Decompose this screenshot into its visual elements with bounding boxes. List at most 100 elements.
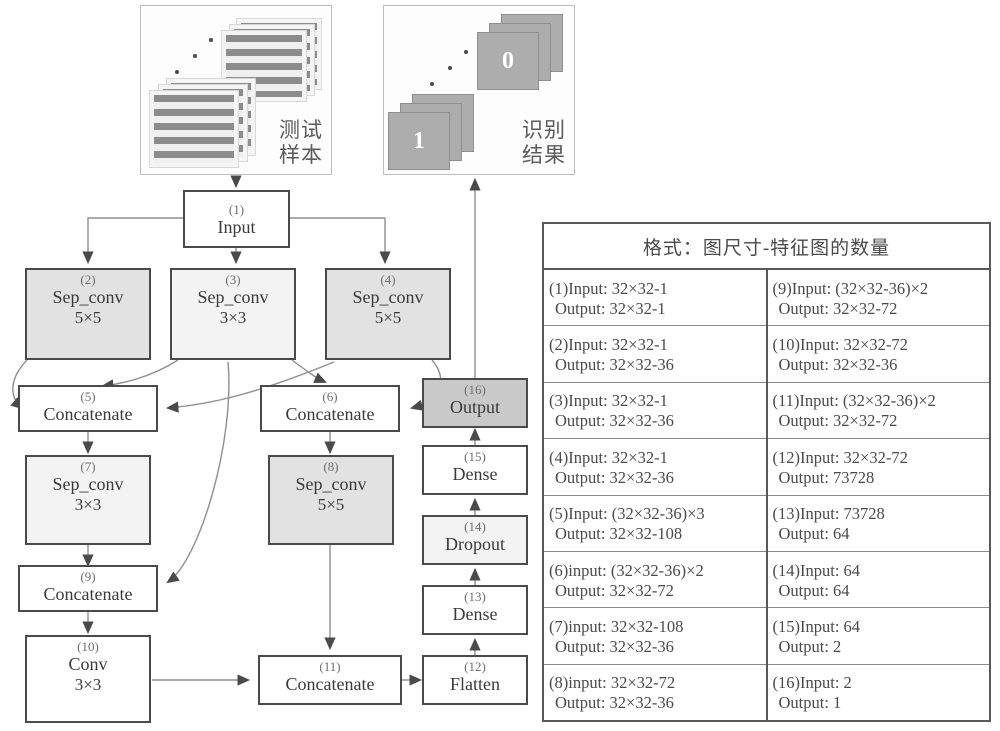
node-index: (15) (464, 449, 486, 464)
node-index: (6) (322, 389, 338, 404)
node-sep-conv-3[interactable]: (3) Sep_conv 3×3 (170, 268, 296, 360)
cell-input: (10)Input: 32×32-72 (772, 335, 908, 355)
node-sep-conv-7[interactable]: (7) Sep_conv 3×3 (25, 455, 151, 545)
node-label: Sep_conv (352, 287, 424, 307)
cell-input: (16)Input: 2 (772, 673, 852, 693)
cell-output: Output: 32×32-36 (555, 693, 674, 713)
table-column-left: (1)Input: 32×32-1 Output: 32×32-1 (2)Inp… (544, 270, 768, 720)
table-row: (8)input: 32×32-72 Output: 32×32-36 (544, 665, 766, 720)
node-sublabel: 5×5 (374, 308, 402, 327)
node-label: Concatenate (285, 674, 375, 694)
table-header: 格式：图尺寸-特征图的数量 (544, 224, 989, 270)
node-index: (5) (80, 389, 96, 404)
table-row: (14)Input: 64 Output: 64 (767, 552, 989, 609)
node-input[interactable]: (1) Input (183, 190, 290, 248)
node-label: Input (217, 216, 256, 237)
node-sep-conv-4[interactable]: (4) Sep_conv 5×5 (325, 268, 451, 360)
node-index: (7) (80, 459, 96, 474)
node-concatenate-6[interactable]: (6) Concatenate (260, 385, 400, 432)
table-row: (3)Input: 32×32-1 Output: 32×32-36 (544, 383, 766, 440)
node-index: (8) (323, 459, 339, 474)
table-row: (12)Input: 32×32-72 Output: 73728 (767, 439, 989, 496)
cell-input: (12)Input: 32×32-72 (772, 447, 908, 467)
node-index: (9) (80, 569, 96, 584)
node-concatenate-9[interactable]: (9) Concatenate (18, 565, 158, 612)
cell-output: Output: 32×32-36 (555, 636, 674, 656)
recognition-results-panel: 1 0 0 0 0 1 识别 结果 (383, 5, 575, 175)
node-sublabel: 5×5 (317, 495, 345, 514)
node-index: (2) (80, 272, 96, 287)
diagram-canvas: 测试 样本 1 0 0 0 0 1 识别 结果 (0, 0, 1000, 731)
cell-output: Output: 2 (778, 636, 842, 656)
cell-input: (4)Input: 32×32-1 (549, 447, 668, 467)
node-label: Sep_conv (52, 287, 124, 307)
node-index: (1) (228, 201, 245, 217)
result-card: 1 (388, 112, 450, 170)
cell-output: Output: 64 (778, 580, 850, 600)
cell-output: Output: 32×32-36 (555, 467, 674, 487)
cell-input: (2)Input: 32×32-1 (549, 335, 668, 355)
cell-input: (8)input: 32×32-72 (549, 673, 676, 693)
table-row: (11)Input: (32×32-36)×2 Output: 32×32-72 (767, 383, 989, 440)
node-label: Sep_conv (197, 287, 269, 307)
node-index: (16) (464, 382, 486, 397)
cell-output: Output: 32×32-72 (778, 411, 898, 431)
node-label: Sep_conv (295, 474, 367, 494)
table-row: (5)Input: (32×32-36)×3 Output: 32×32-108 (544, 496, 766, 552)
test-samples-panel: 测试 样本 (140, 5, 332, 175)
node-sep-conv-8[interactable]: (8) Sep_conv 5×5 (268, 455, 394, 545)
cell-output: Output: 64 (778, 524, 850, 544)
node-label: Sep_conv (52, 474, 124, 494)
table-row: (7)input: 32×32-108 Output: 32×32-36 (544, 608, 766, 665)
table-row: (13)Input: 73728 Output: 64 (767, 496, 989, 552)
cell-output: Output: 32×32-36 (555, 355, 674, 375)
cell-input: (11)Input: (32×32-36)×2 (772, 391, 936, 411)
test-samples-label: 测试 样本 (279, 118, 323, 167)
cell-output: Output: 1 (778, 693, 842, 713)
cell-input: (14)Input: 64 (772, 560, 861, 580)
table-row: (9)Input: (32×32-36)×2 Output: 32×32-72 (767, 270, 989, 327)
node-flatten-12[interactable]: (12) Flatten (422, 655, 528, 705)
node-sublabel: 3×3 (219, 308, 247, 327)
table-row: (6)input: (32×32-36)×2 Output: 32×32-72 (544, 552, 766, 609)
node-index: (11) (319, 659, 341, 674)
node-dense-13[interactable]: (13) Dense (422, 585, 528, 635)
cell-output: Output: 32×32-1 (555, 298, 666, 318)
node-label: Output (449, 397, 500, 417)
node-dense-15[interactable]: (15) Dense (422, 445, 528, 495)
node-conv-10[interactable]: (10) Conv 3×3 (25, 635, 151, 723)
node-sep-conv-2[interactable]: (2) Sep_conv 5×5 (25, 268, 151, 360)
node-output-16[interactable]: (16) Output (422, 378, 528, 428)
cell-input: (6)input: (32×32-36)×2 (549, 560, 704, 580)
node-sublabel: 5×5 (74, 308, 102, 327)
table-column-right: (9)Input: (32×32-36)×2 Output: 32×32-72 … (767, 270, 990, 720)
cell-input: (3)Input: 32×32-1 (549, 391, 668, 411)
cell-input: (15)Input: 64 (772, 616, 861, 636)
node-index: (10) (77, 639, 99, 654)
node-label: Concatenate (43, 404, 133, 424)
table-row: (2)Input: 32×32-1 Output: 32×32-36 (544, 326, 766, 383)
node-sublabel: 3×3 (74, 675, 102, 694)
cell-input: (5)Input: (32×32-36)×3 (549, 504, 705, 524)
ellipsis-dots (420, 46, 480, 96)
table-row: (10)Input: 32×32-72 Output: 32×32-36 (767, 326, 989, 383)
table-row: (16)Input: 2 Output: 1 (768, 665, 990, 720)
node-label: Concatenate (43, 584, 133, 604)
cell-output: Output: 32×32-72 (555, 580, 674, 600)
table-row: (1)Input: 32×32-1 Output: 32×32-1 (544, 270, 766, 327)
cell-output: Output: 32×32-108 (555, 524, 683, 544)
node-label: Dense (452, 464, 498, 484)
node-sublabel: 3×3 (74, 495, 102, 514)
node-concatenate-5[interactable]: (5) Concatenate (18, 385, 158, 432)
node-label: Flatten (450, 674, 500, 694)
node-dropout-14[interactable]: (14) Dropout (422, 515, 528, 565)
node-label: Dropout (445, 534, 505, 554)
cell-input: (9)Input: (32×32-36)×2 (772, 278, 929, 298)
table-body: (1)Input: 32×32-1 Output: 32×32-1 (2)Inp… (544, 270, 989, 720)
layer-spec-table: 格式：图尺寸-特征图的数量 (1)Input: 32×32-1 Output: … (542, 222, 991, 722)
node-label: Dense (452, 604, 498, 624)
cell-input: (13)Input: 73728 (772, 504, 885, 524)
node-index: (4) (380, 272, 396, 287)
node-index: (13) (464, 589, 486, 604)
node-concatenate-11[interactable]: (11) Concatenate (258, 655, 402, 705)
